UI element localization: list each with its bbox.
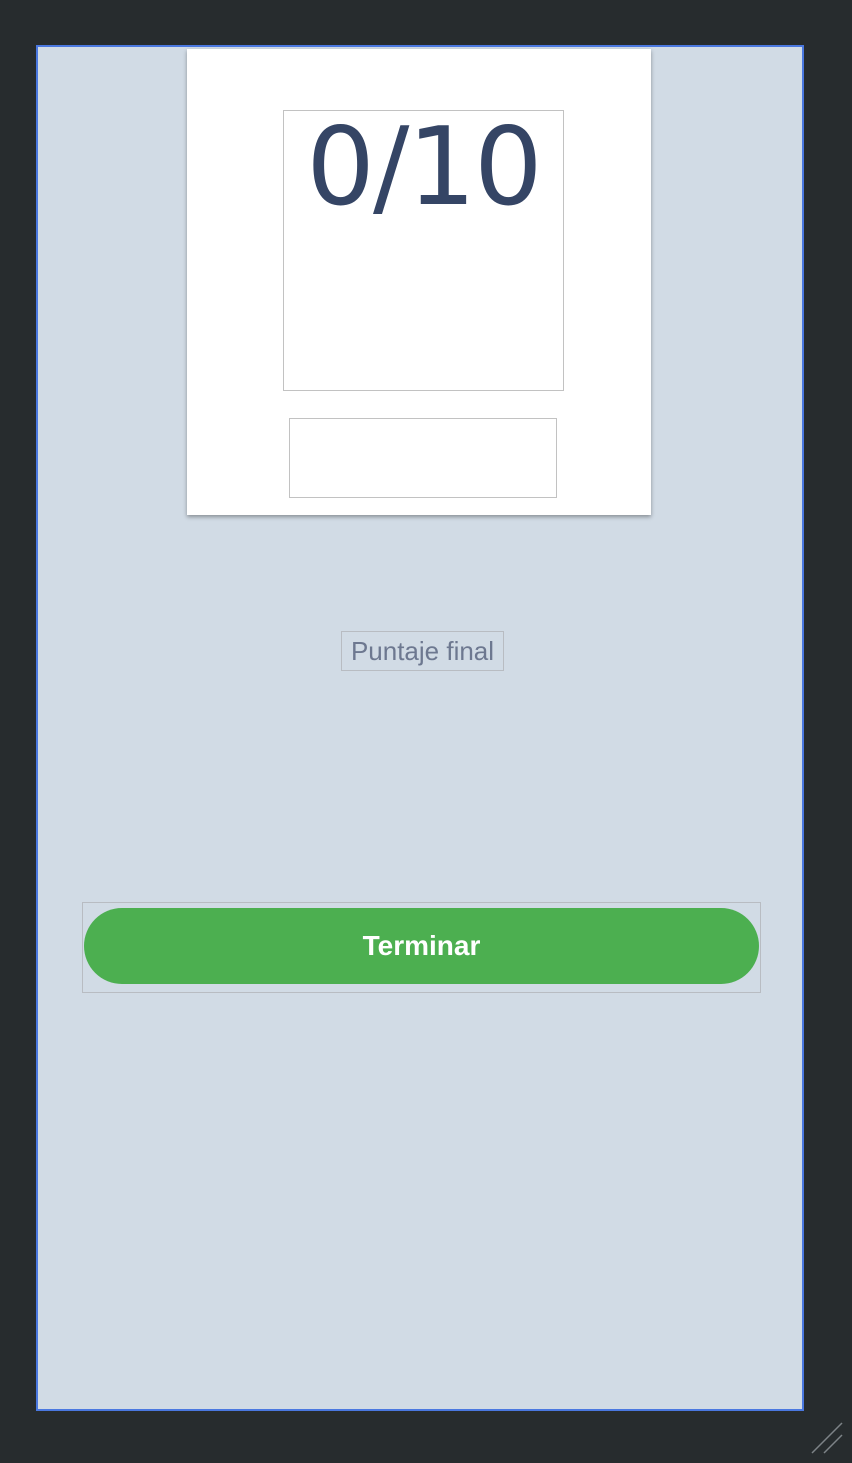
score-text: 0/10 (306, 105, 543, 230)
finish-button[interactable]: Terminar (84, 908, 759, 984)
finish-button-frame: Terminar (82, 902, 761, 993)
empty-text-box (289, 418, 557, 498)
device-screen: 0/10 Puntaje final Terminar (36, 45, 804, 1411)
score-box: 0/10 (283, 110, 564, 391)
resize-handle-icon[interactable] (806, 1417, 846, 1457)
final-score-label: Puntaje final (350, 635, 495, 666)
score-card: 0/10 (187, 49, 651, 515)
finish-button-label: Terminar (362, 930, 481, 961)
editor-canvas: 0/10 Puntaje final Terminar (0, 0, 852, 1463)
final-score-label-frame: Puntaje final (341, 631, 504, 671)
